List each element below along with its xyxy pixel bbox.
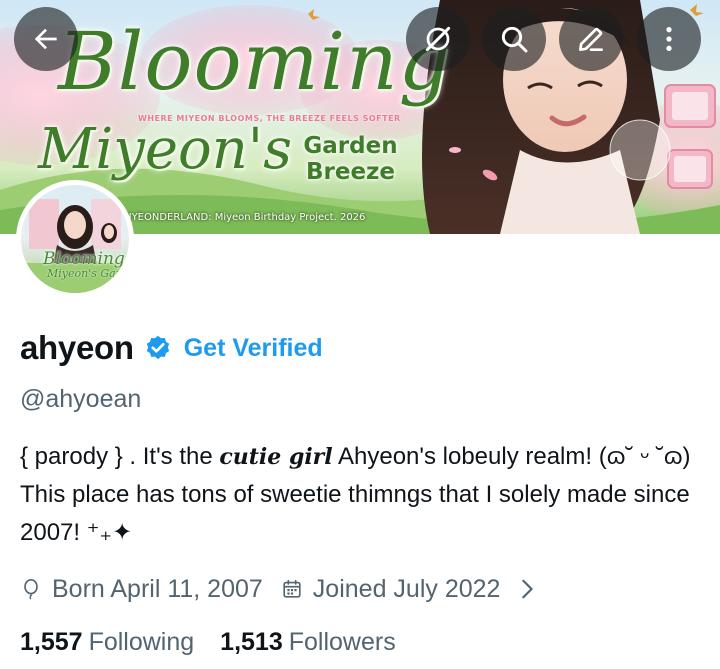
balloon-icon [24,579,38,600]
joined-text: Joined July 2022 [312,574,501,603]
profile-meta: Born April 11, 2007 Joined July 2022 [20,573,548,605]
more-options-button[interactable] [637,7,701,71]
grok-icon [425,26,451,52]
back-arrow-icon [34,28,57,50]
edit-button[interactable] [559,7,623,71]
birthday-text: Born April 11, 2007 [52,574,263,603]
bio-emphasis: cutie girl [219,444,333,470]
following-count: 1,557 [20,627,83,656]
verified-badge-icon[interactable] [144,334,172,362]
user-handle: @ahyoean [20,385,142,413]
following-label: Following [88,627,195,656]
avatar-image: Blooming Miyeon's Garden [21,185,129,293]
bio-text: { parody } . It's the cutie girl Ahyeon'… [20,438,710,552]
get-verified-link[interactable]: Get Verified [184,334,323,363]
chevron-right-icon[interactable] [516,578,538,600]
banner-title-garden-breeze: Garden Breeze [303,133,398,185]
avatar-logo-text: Blooming [43,249,125,269]
followers-link[interactable]: 1,513 Followers [220,628,396,657]
followers-label: Followers [288,627,396,656]
banner-title-miyeons: Miyeon's [38,117,292,182]
following-link[interactable]: 1,557 Following [20,628,194,657]
birthday-item: Born April 11, 2007 [20,575,263,604]
avatar[interactable]: Blooming Miyeon's Garden [16,180,134,298]
followers-count: 1,513 [220,627,283,656]
bio-part-1: { parody } . It's the [20,443,220,470]
joined-item: Joined July 2022 [281,575,549,604]
grok-button[interactable] [406,7,470,71]
back-button[interactable] [14,7,78,71]
edit-icon [579,27,603,51]
display-name: ahyeon [20,329,134,366]
banner-title-blooming: Blooming [58,15,451,108]
banner-credit: MIYEONDERLAND: Miyeon Birthday Project. … [120,212,366,223]
name-row: ahyeon Get Verified [20,328,323,368]
more-vertical-icon [666,27,672,51]
follow-stats: 1,557 Following 1,513 Followers [20,626,396,658]
search-button[interactable] [482,7,546,71]
search-icon [501,26,528,53]
avatar-logo-subtext: Miyeon's Garden [47,267,129,280]
calendar-icon [283,579,301,598]
